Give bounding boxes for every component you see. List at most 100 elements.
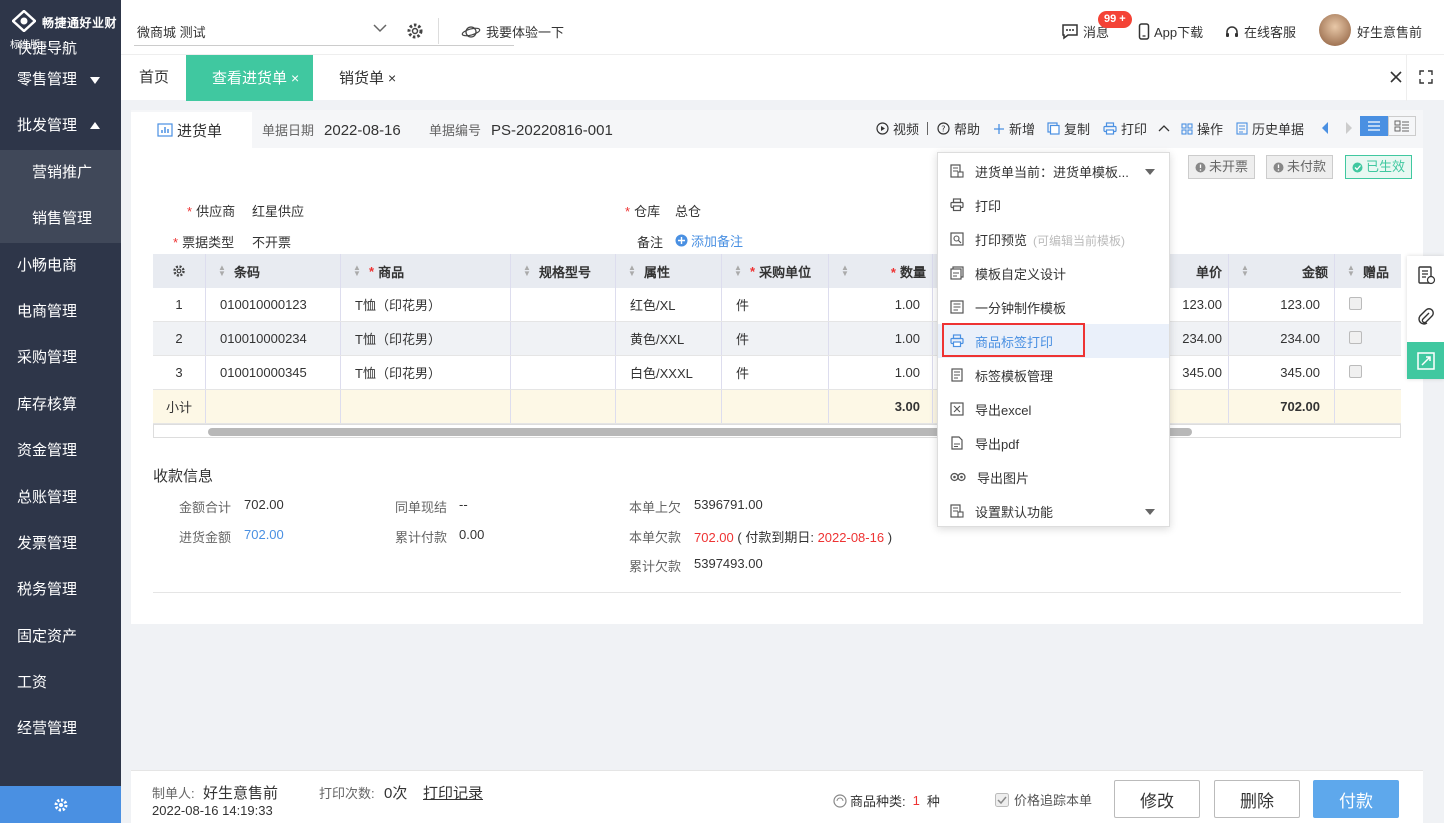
add-button[interactable]: 新增 xyxy=(993,119,1035,138)
menu-item-quick-template[interactable]: 一分钟制作模板 xyxy=(938,290,1169,324)
status-not-paid: 未付款 xyxy=(1266,155,1334,179)
help-button[interactable]: ? 帮助 xyxy=(937,119,980,138)
ticket-type-value[interactable]: 不开票 xyxy=(252,232,291,251)
store-select[interactable]: 微商城 测试 xyxy=(137,22,206,41)
menu-item-print-preview[interactable]: 打印预览 (可编辑当前模板) xyxy=(938,222,1169,256)
sidebar-item-assets[interactable]: 固定资产 xyxy=(0,614,121,660)
document-tab[interactable]: 进货单 xyxy=(131,112,252,148)
sidebar-item-xiaochang[interactable]: 小畅电商 xyxy=(0,243,121,289)
sidebar-item-marketing[interactable]: 营销推广 xyxy=(0,150,121,196)
product-kinds-count: 1 xyxy=(912,793,920,808)
sidebar-settings-button[interactable] xyxy=(0,786,121,823)
edit-button[interactable]: 修改 xyxy=(1114,780,1200,818)
row-gift xyxy=(1335,356,1401,389)
remark-label: 备注 xyxy=(637,235,664,250)
operate-button[interactable]: 操作 xyxy=(1181,119,1223,138)
sidebar-item-invoice[interactable]: 发票管理 xyxy=(0,521,121,567)
list-view-button[interactable] xyxy=(1360,116,1388,136)
subtotal-empty-cell xyxy=(341,390,511,423)
sidebar-item-inventory[interactable]: 库存核算 xyxy=(0,382,121,428)
debt-value-group: 702.00 ( 付款到期日: 2022-08-16 ) xyxy=(694,527,892,546)
header-gift[interactable]: ▲ ▼ 赠品 xyxy=(1335,254,1401,288)
logo-icon xyxy=(12,10,36,32)
notes-button[interactable] xyxy=(1407,256,1444,293)
header-barcode[interactable]: ▲ ▼ 条码 xyxy=(206,254,341,288)
table-row[interactable]: 3 010010000345 T恤（印花男） 白色/XXXL 件 1.00 34… xyxy=(153,356,1401,390)
user-avatar[interactable] xyxy=(1319,14,1351,46)
menu-item-print[interactable]: 打印 xyxy=(938,188,1169,222)
purchase-order-card: 进货单 单据日期 2022-08-16 单据编号 PS-20220816-001 视… xyxy=(131,110,1423,624)
menu-item-label-template[interactable]: 标签模板管理 xyxy=(938,358,1169,392)
sidebar-item-operations[interactable]: 经营管理 xyxy=(0,706,121,752)
header-spec[interactable]: ▲ ▼ 规格型号 xyxy=(511,254,616,288)
tab-home[interactable]: 首页 xyxy=(131,55,177,101)
chevron-down-icon[interactable] xyxy=(372,22,388,34)
row-barcode: 010010000345 xyxy=(206,356,341,389)
table-row[interactable]: 1 010010000123 T恤（印花男） 红色/XL 件 1.00 123.… xyxy=(153,288,1401,322)
close-icon[interactable]: × xyxy=(388,70,396,86)
menu-item-export-image[interactable]: 导出图片 xyxy=(938,460,1169,494)
prev-record-icon[interactable] xyxy=(1320,121,1330,135)
expand-button[interactable] xyxy=(1407,342,1444,379)
header-qty[interactable]: ▲ ▼ * 数量 xyxy=(829,254,933,288)
close-all-tabs-icon[interactable] xyxy=(1389,70,1403,84)
attachment-button[interactable] xyxy=(1407,299,1444,336)
menu-item-export-pdf[interactable]: 导出pdf xyxy=(938,426,1169,460)
column-settings-cell[interactable] xyxy=(153,254,206,288)
status-dot-icon xyxy=(1195,162,1206,172)
row-barcode: 010010000123 xyxy=(206,288,341,321)
next-record-icon[interactable] xyxy=(1344,121,1354,135)
menu-item-custom-design[interactable]: 模板自定义设计 xyxy=(938,256,1169,290)
menu-item-current-template[interactable]: 进货单当前：进货单模板... xyxy=(938,154,1169,188)
header-attr[interactable]: ▲ ▼ 属性 xyxy=(616,254,722,288)
history-button[interactable]: 历史单据 xyxy=(1236,119,1304,138)
app-download-button[interactable]: App下载 xyxy=(1138,22,1203,41)
pay-button[interactable]: 付款 xyxy=(1313,780,1399,818)
sidebar-item-funds[interactable]: 资金管理 xyxy=(0,428,121,474)
card-view-button[interactable] xyxy=(1388,116,1416,136)
purchase-amount-value[interactable]: 702.00 xyxy=(244,527,284,542)
row-amount: 234.00 xyxy=(1229,322,1335,355)
print-record-link[interactable]: 打印记录 xyxy=(423,782,483,803)
status-effective: 已生效 xyxy=(1345,155,1413,179)
try-experience-link[interactable]: 我要体验一下 xyxy=(461,22,564,41)
gift-checkbox[interactable] xyxy=(1349,365,1362,378)
copy-button[interactable]: 复制 xyxy=(1047,119,1090,138)
sidebar-item-purchase[interactable]: 采购管理 xyxy=(0,335,121,381)
tab-view-purchase[interactable]: 查看进货单 × xyxy=(186,55,313,101)
table-row[interactable]: 2 010010000234 T恤（印花男） 黄色/XXL 件 1.00 234… xyxy=(153,322,1401,356)
caret-down-icon xyxy=(1145,169,1155,175)
sidebar-item-sales[interactable]: 销售管理 xyxy=(0,196,121,242)
settings-icon[interactable] xyxy=(406,22,424,40)
sidebar-item-retail[interactable]: 零售管理 xyxy=(0,57,121,103)
tab-sales-order[interactable]: 销货单 × xyxy=(331,55,404,101)
sidebar-item-wholesale[interactable]: 批发管理 xyxy=(0,103,121,149)
header-product[interactable]: ▲ ▼ * 商品 xyxy=(341,254,511,288)
sidebar-item-tax[interactable]: 税务管理 xyxy=(0,567,121,613)
sidebar-item-ecommerce[interactable]: 电商管理 xyxy=(0,289,121,335)
user-name[interactable]: 好生意售前 xyxy=(1357,22,1422,41)
delete-button[interactable]: 删除 xyxy=(1214,780,1300,818)
warehouse-value[interactable]: 总仓 xyxy=(675,201,701,220)
menu-item-default-setting[interactable]: 设置默认功能 xyxy=(938,494,1169,528)
sidebar-item-salary[interactable]: 工资 xyxy=(0,660,121,706)
document-header: 进货单 单据日期 2022-08-16 单据编号 PS-20220816-001 视… xyxy=(131,110,1423,148)
add-remark-link[interactable]: 添加备注 xyxy=(675,231,743,250)
print-button[interactable]: 打印 xyxy=(1103,119,1171,138)
close-icon[interactable]: × xyxy=(291,70,299,86)
gift-checkbox[interactable] xyxy=(1349,297,1362,310)
video-button[interactable]: 视频 xyxy=(876,119,919,138)
gift-checkbox[interactable] xyxy=(1349,331,1362,344)
menu-item-export-excel[interactable]: 导出excel xyxy=(938,392,1169,426)
header-amount[interactable]: ▲ ▼ 金额 xyxy=(1229,254,1335,288)
logo[interactable]: 畅捷通好业财 标准版 xyxy=(0,0,121,51)
supplier-value[interactable]: 红星供应 xyxy=(252,201,304,220)
fullscreen-icon[interactable] xyxy=(1419,70,1433,84)
price-track-checkbox[interactable]: 价格追踪本单 xyxy=(995,790,1092,809)
printer-icon xyxy=(1103,122,1117,135)
horizontal-scrollbar[interactable] xyxy=(153,424,1401,438)
sidebar-item-ledger[interactable]: 总账管理 xyxy=(0,475,121,521)
header-unit[interactable]: ▲ ▼ * 采购单位 xyxy=(722,254,829,288)
preview-icon xyxy=(950,232,964,246)
online-service-button[interactable]: 在线客服 xyxy=(1224,22,1296,41)
